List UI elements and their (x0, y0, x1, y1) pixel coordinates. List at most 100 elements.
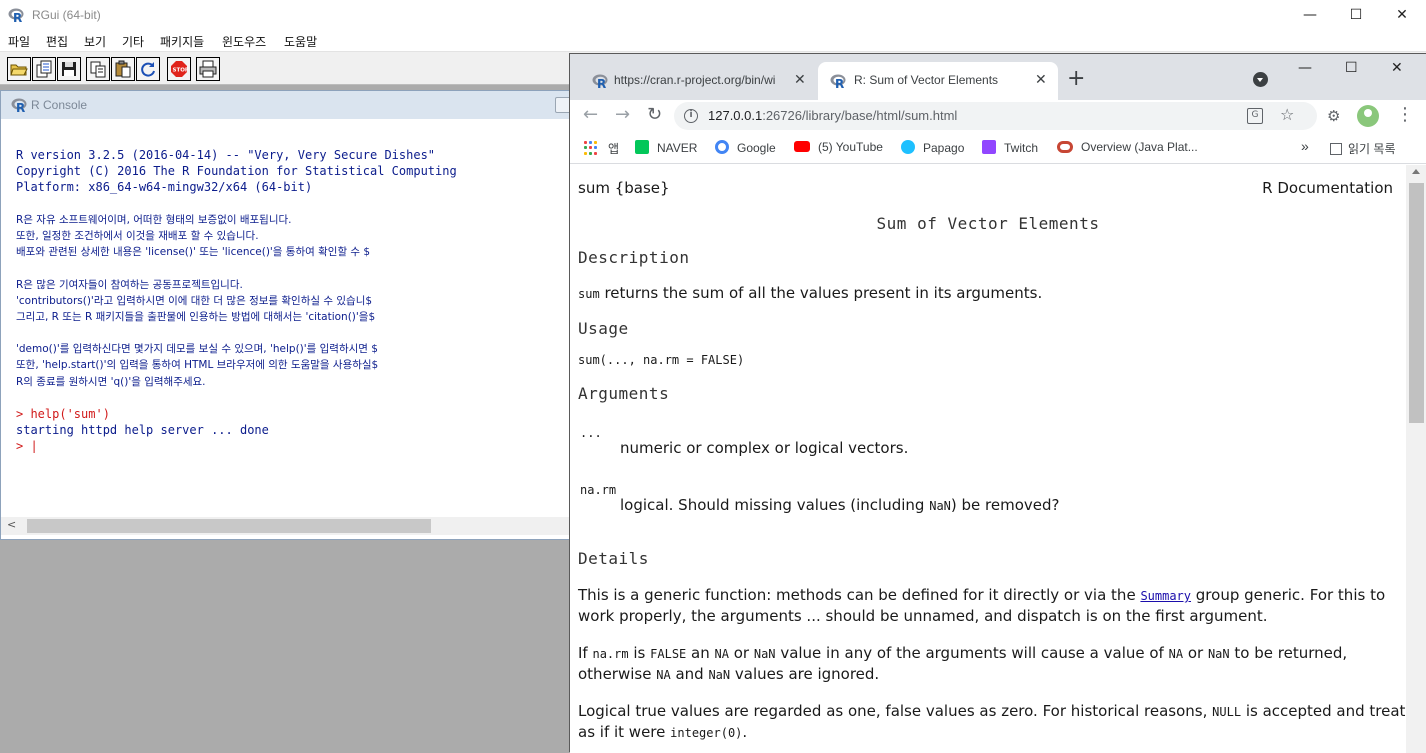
console-line: 'demo()'를 입력하신다면 몇가지 데모를 보실 수 있으며, 'help… (16, 343, 378, 356)
console-output[interactable]: R version 3.2.5 (2016-04-14) -- "Very, V… (16, 147, 457, 455)
print-button[interactable] (196, 57, 220, 81)
new-tab-button[interactable]: + (1067, 66, 1085, 91)
page-vertical-scrollbar[interactable] (1406, 165, 1426, 753)
reading-list-button[interactable]: 읽기 목록 (1330, 140, 1396, 157)
console-line: Platform: x86_64-w64-mingw32/x64 (64-bit… (16, 180, 313, 195)
p3-text: is accepted and treated (1241, 702, 1406, 720)
copy-button[interactable] (86, 57, 110, 81)
console-line: 배포와 관련된 상세한 내용은 'license()' 또는 'licence(… (16, 246, 371, 259)
r-logo-icon: R (11, 98, 27, 113)
bookmarks-bar: 앱 NAVER Google (5) YouTube Papago Twitch… (570, 132, 1426, 164)
p2-text: an (686, 644, 715, 662)
bookmark-label: Overview (Java Plat... (1081, 140, 1198, 154)
tab-close-icon[interactable]: ✕ (794, 71, 806, 88)
menu-view[interactable]: 보기 (84, 33, 106, 50)
tab-r-sum[interactable]: R R: Sum of Vector Elements ✕ (818, 62, 1058, 100)
profile-avatar[interactable] (1357, 105, 1379, 127)
code-na: NA (714, 647, 729, 661)
menu-edit[interactable]: 편집 (46, 33, 68, 50)
arg-narm-desc-b: ) be removed? (950, 496, 1060, 514)
papago-icon (901, 140, 915, 154)
code-na: NA (656, 668, 671, 682)
details-p2-line2: otherwise NA and NaN values are ignored. (578, 664, 879, 686)
menu-windows[interactable]: 윈도우즈 (222, 33, 266, 50)
rgui-menu-bar: 파일 편집 보기 기타 패키지들 윈도우즈 도움말 (0, 31, 1426, 51)
console-line: 또한, 일정한 조건하에서 이것을 재배포 할 수 있습니다. (16, 229, 259, 242)
code-nan: NaN (929, 499, 951, 513)
url-path: :26726/library/base/html/sum.html (762, 108, 958, 123)
bookmark-label: Twitch (1004, 141, 1039, 155)
rgui-maximize-button[interactable]: ☐ (1333, 0, 1379, 31)
console-line: R은 많은 기여자들이 참여하는 공동프로젝트입니다. (16, 278, 243, 291)
address-bar[interactable]: i 127.0.0.1:26726/library/base/html/sum.… (674, 102, 1317, 130)
info-icon[interactable]: i (684, 109, 698, 123)
tab-cran[interactable]: R https://cran.r-project.org/bin/wi ✕ (578, 62, 812, 100)
p2-text: or (1183, 644, 1208, 662)
forward-arrow-icon[interactable]: → (615, 104, 630, 125)
console-line: 또한, 'help.start()'의 입력을 통하여 HTML 브라우저에 의… (16, 359, 379, 372)
menu-misc[interactable]: 기타 (122, 33, 144, 50)
twitch-icon (982, 140, 996, 154)
paste-button[interactable] (111, 57, 135, 81)
console-line: R version 3.2.5 (2016-04-14) -- "Very, V… (16, 148, 436, 162)
bookmark-naver[interactable]: NAVER (635, 140, 697, 155)
copy-paste-button[interactable] (136, 57, 160, 81)
doc-header-left: sum {base} (578, 179, 670, 197)
translate-icon[interactable]: G (1247, 108, 1263, 124)
summary-link[interactable]: Summary (1140, 589, 1191, 603)
bookmark-java-overview[interactable]: Overview (Java Plat... (1057, 140, 1198, 154)
r-logo-icon: R (8, 8, 24, 23)
description-body: returns the sum of all the values presen… (599, 284, 1043, 302)
stop-button[interactable]: STOP (167, 57, 191, 81)
load-workspace-button[interactable] (32, 57, 56, 81)
save-workspace-button[interactable] (57, 57, 81, 81)
code-false: FALSE (650, 647, 687, 661)
printer-icon (199, 60, 217, 78)
scroll-up-icon[interactable] (1412, 169, 1420, 174)
code-sum: sum (578, 287, 600, 301)
console-line: Copyright (C) 2016 The R Foundation for … (16, 164, 457, 179)
scroll-left-icon[interactable]: < (7, 518, 16, 531)
scrollbar-thumb[interactable] (1409, 183, 1424, 423)
console-horizontal-scrollbar[interactable]: < (1, 517, 581, 535)
extensions-puzzle-icon[interactable]: ⚙ (1327, 107, 1340, 125)
menu-help[interactable]: 도움말 (284, 33, 317, 50)
tab-close-icon[interactable]: ✕ (1035, 71, 1047, 88)
chrome-menu-icon[interactable]: ⋮ (1396, 104, 1414, 125)
svg-text:R: R (835, 77, 844, 89)
bookmark-twitch[interactable]: Twitch (982, 140, 1038, 155)
console-line: > help('sum') (16, 407, 110, 421)
arg-dots-name: ... (580, 426, 602, 440)
back-arrow-icon[interactable]: ← (583, 104, 598, 125)
bookmark-star-icon[interactable]: ☆ (1280, 105, 1294, 124)
section-arguments: Arguments (578, 384, 670, 403)
p2-text: otherwise (578, 665, 657, 683)
menu-file[interactable]: 파일 (8, 33, 30, 50)
bookmark-google[interactable]: Google (715, 140, 776, 155)
r-console-window[interactable]: R R Console R version 3.2.5 (2016-04-14)… (0, 90, 581, 540)
reload-icon[interactable]: ↻ (647, 104, 662, 125)
load-workspace-icon (36, 60, 52, 78)
open-script-button[interactable] (7, 57, 31, 81)
chrome-maximize-button[interactable]: ☐ (1345, 60, 1358, 76)
rgui-close-button[interactable]: ✕ (1379, 0, 1425, 31)
chrome-minimize-button[interactable]: — (1298, 60, 1312, 76)
url-text[interactable]: 127.0.0.1:26726/library/base/html/sum.ht… (708, 108, 957, 123)
rgui-minimize-button[interactable]: — (1287, 0, 1333, 31)
bookmark-apps[interactable]: 앱 (608, 140, 619, 157)
p2-text: value in any of the arguments will cause… (775, 644, 1169, 662)
bookmark-youtube[interactable]: (5) YouTube (794, 140, 883, 154)
svg-text:R: R (13, 11, 22, 23)
scrollbar-thumb[interactable] (27, 519, 431, 533)
chrome-close-button[interactable]: ✕ (1391, 60, 1403, 76)
rgui-title: RGui (64-bit) (32, 8, 101, 22)
code-integer0: integer(0) (670, 726, 743, 740)
details-p1-b: group generic. For this to (1191, 586, 1386, 604)
more-bookmarks-button[interactable]: » (1301, 138, 1309, 154)
bookmark-label: (5) YouTube (818, 140, 883, 154)
tab-search-icon[interactable] (1253, 72, 1268, 87)
bookmark-papago[interactable]: Papago (901, 140, 964, 155)
menu-packages[interactable]: 패키지들 (160, 33, 204, 50)
